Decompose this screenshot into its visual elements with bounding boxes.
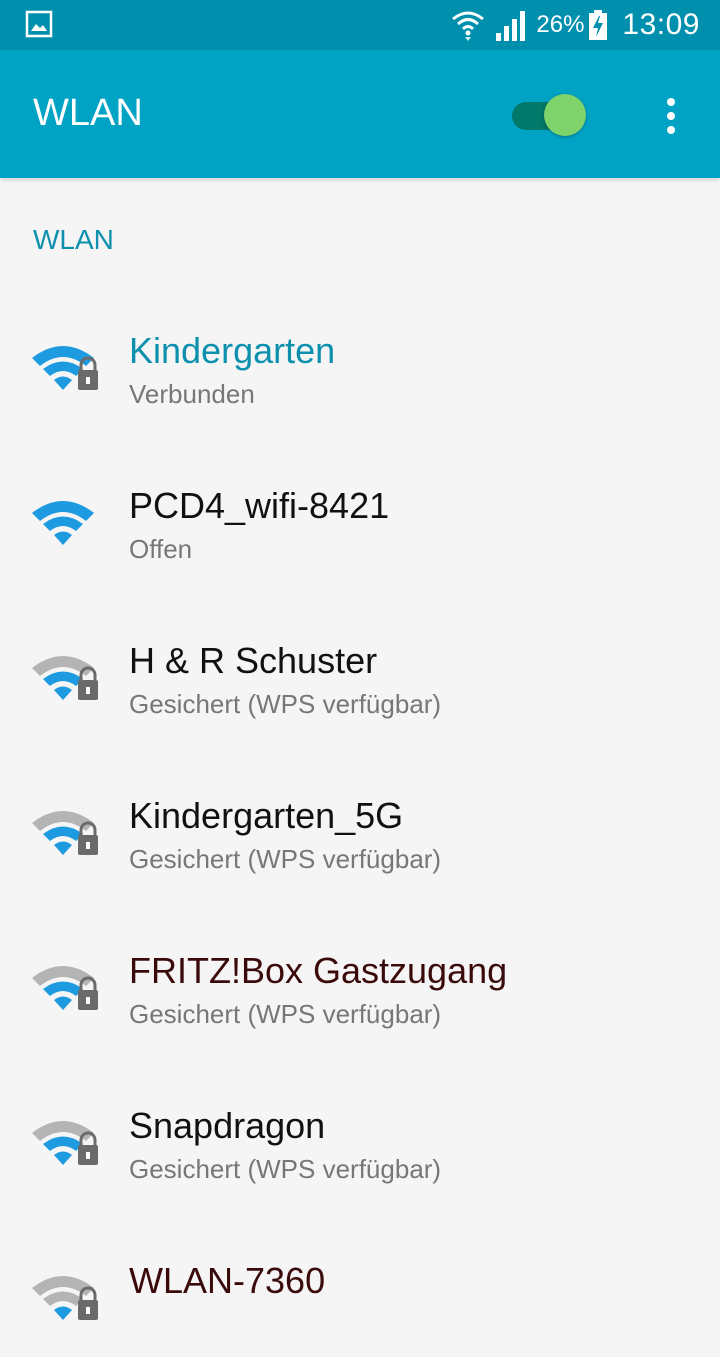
battery-percent: 26% bbox=[536, 11, 585, 38]
network-list: Kindergarten Verbunden PCD4_wifi-8421 Offen… bbox=[0, 272, 720, 1357]
status-wifi-icon bbox=[452, 11, 485, 41]
status-bar: 26% 13:09 bbox=[0, 0, 720, 50]
signal-strength-icon bbox=[496, 11, 526, 41]
network-status: Gesichert (WPS verfügbar) bbox=[129, 844, 442, 874]
wifi-locked-icon bbox=[32, 1121, 98, 1165]
wifi-locked-icon bbox=[32, 346, 98, 390]
network-status: Verbunden bbox=[129, 379, 255, 409]
network-name: PCD4_wifi-8421 bbox=[129, 485, 390, 526]
network-item[interactable]: Snapdragon Gesichert (WPS verfügbar) bbox=[0, 1047, 720, 1202]
network-item[interactable]: PCD4_wifi-8421 Offen bbox=[0, 427, 720, 582]
more-options-icon[interactable] bbox=[656, 94, 686, 138]
clock: 13:09 bbox=[622, 8, 700, 41]
network-name: Snapdragon bbox=[129, 1105, 326, 1146]
network-status: Gesichert (WPS verfügbar) bbox=[129, 689, 442, 719]
toggle-thumb bbox=[544, 94, 586, 136]
battery-charging-icon bbox=[589, 10, 608, 40]
wifi-locked-icon bbox=[32, 966, 98, 1010]
wifi-open-icon bbox=[32, 501, 94, 545]
network-name: Kindergarten bbox=[129, 330, 336, 371]
wifi-locked-icon bbox=[32, 1276, 98, 1320]
gallery-icon bbox=[25, 10, 53, 38]
wifi-locked-icon bbox=[32, 656, 98, 700]
network-item[interactable]: Kindergarten Verbunden bbox=[0, 272, 720, 427]
app-bar: WLAN bbox=[0, 50, 720, 178]
network-status: Offen bbox=[129, 534, 193, 564]
page-title: WLAN bbox=[33, 92, 143, 134]
network-status: Gesichert (WPS verfügbar) bbox=[129, 999, 442, 1029]
network-status: Gesichert (WPS verfügbar) bbox=[129, 1154, 442, 1184]
network-name: FRITZ!Box Gastzugang bbox=[129, 950, 508, 991]
network-item[interactable]: Kindergarten_5G Gesichert (WPS verfügbar) bbox=[0, 737, 720, 892]
network-item[interactable]: H & R Schuster Gesichert (WPS verfügbar) bbox=[0, 582, 720, 737]
wifi-locked-icon bbox=[32, 811, 98, 855]
network-name: WLAN-7360 bbox=[129, 1260, 326, 1301]
wlan-toggle[interactable] bbox=[512, 94, 588, 138]
section-header: WLAN bbox=[33, 224, 114, 255]
network-name: H & R Schuster bbox=[129, 640, 378, 681]
network-name: Kindergarten_5G bbox=[129, 795, 404, 836]
network-item[interactable]: FRITZ!Box Gastzugang Gesichert (WPS verfü… bbox=[0, 892, 720, 1047]
